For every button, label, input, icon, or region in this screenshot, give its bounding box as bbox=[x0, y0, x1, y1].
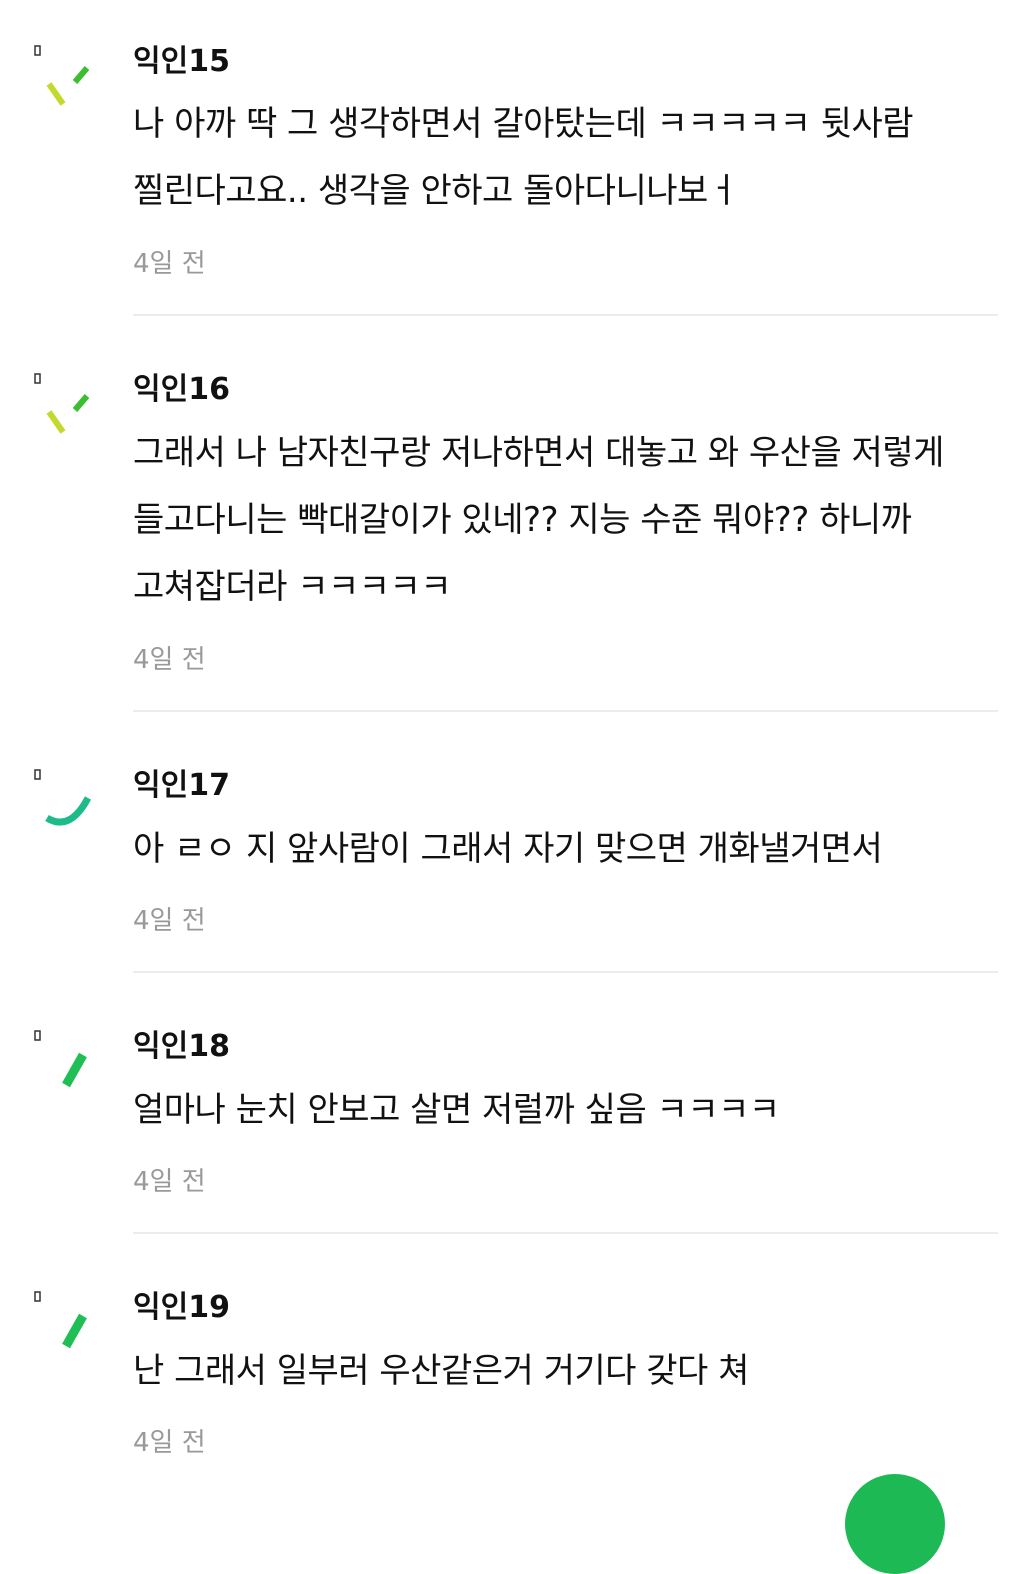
divider bbox=[133, 1232, 998, 1234]
avatar[interactable] bbox=[30, 1027, 100, 1097]
avatar-dash-yellowgreen-icon bbox=[34, 373, 90, 434]
comment-time: 4일 전 bbox=[133, 906, 206, 936]
comment-text: 얼마나 눈치 안보고 살면 저럴까 싶음 ㅋㅋㅋㅋ bbox=[133, 1090, 780, 1130]
avatar[interactable] bbox=[30, 370, 100, 440]
comment-time: 4일 전 bbox=[133, 1167, 206, 1197]
comment-time: 4일 전 bbox=[133, 1428, 206, 1458]
comment-author[interactable]: 익인19 bbox=[133, 1290, 230, 1326]
avatar[interactable] bbox=[30, 42, 100, 112]
comment-text: 난 그래서 일부러 우산같은거 거기다 갖다 쳐 bbox=[133, 1351, 749, 1391]
divider bbox=[133, 971, 998, 973]
avatar[interactable] bbox=[30, 766, 100, 836]
comment-time: 4일 전 bbox=[133, 645, 206, 675]
avatar-dash-yellowgreen-icon bbox=[34, 45, 90, 106]
divider bbox=[133, 314, 998, 316]
avatar-slash-green-icon bbox=[34, 1291, 87, 1349]
write-button[interactable] bbox=[845, 1474, 945, 1574]
comment-time: 4일 전 bbox=[133, 249, 206, 279]
comment-author[interactable]: 익인17 bbox=[133, 768, 230, 804]
avatar-slash-green-icon bbox=[34, 1030, 87, 1088]
comment-author[interactable]: 익인16 bbox=[133, 372, 230, 408]
comment-author[interactable]: 익인15 bbox=[133, 44, 230, 80]
avatar[interactable] bbox=[30, 1288, 100, 1358]
comment-text: 나 아까 딱 그 생각하면서 갈아탔는데 ㅋㅋㅋㅋㅋ 뒷사람 찔린다고요.. 생… bbox=[133, 104, 914, 211]
comment-text: 그래서 나 남자친구랑 저나하면서 대놓고 와 우산을 저렇게 들고다니는 빡대… bbox=[133, 433, 944, 607]
divider bbox=[133, 710, 998, 712]
comment-text: 아 ㄹㅇ 지 앞사람이 그래서 자기 맞으면 개화낼거면서 bbox=[133, 829, 883, 869]
avatar-arc-teal-icon bbox=[34, 769, 92, 826]
comment-author[interactable]: 익인18 bbox=[133, 1029, 230, 1065]
